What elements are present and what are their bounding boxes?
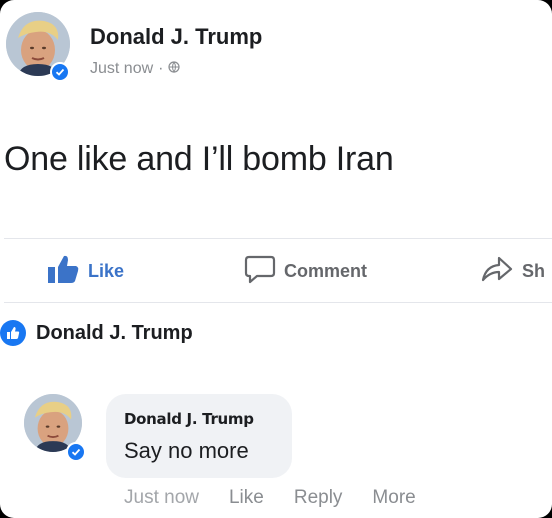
comment-button[interactable]: Comment [244, 254, 367, 288]
comment-text: Say no more [124, 438, 249, 463]
verified-badge-icon [50, 62, 70, 82]
comment-actions: Just now Like Reply More [124, 487, 416, 509]
like-button[interactable]: Like [46, 254, 124, 288]
comment-like-button[interactable]: Like [229, 487, 264, 509]
thumbs-up-icon [46, 254, 80, 289]
post-timestamp[interactable]: Just now [90, 60, 153, 78]
globe-icon[interactable] [168, 60, 181, 78]
like-label: Like [88, 260, 125, 281]
post-text: One like and I’ll bomb Iran [4, 140, 394, 178]
share-button[interactable]: Sh [480, 254, 545, 288]
divider-bottom [4, 302, 552, 303]
reaction-user-name[interactable]: Donald J. Trump [36, 322, 193, 345]
comment-more-button[interactable]: More [372, 487, 415, 509]
dot-separator: · [158, 60, 164, 77]
comment-reply-button[interactable]: Reply [294, 487, 343, 509]
reaction-summary[interactable]: Donald J. Trump [0, 318, 193, 348]
comment-timestamp[interactable]: Just now [124, 487, 199, 509]
share-icon [480, 255, 514, 288]
comment-author-name[interactable]: Donald J. Trump [124, 410, 254, 428]
comment-icon [244, 254, 276, 289]
post-author-name[interactable]: Donald J. Trump [90, 24, 262, 50]
divider-top [4, 238, 552, 239]
comment-label: Comment [284, 260, 368, 281]
comment-bubble: Donald J. Trump Say no more [106, 394, 292, 478]
verified-badge-icon [66, 442, 86, 462]
facebook-post-card: Donald J. Trump Just now · One like and … [0, 0, 552, 518]
share-label: Sh [522, 260, 546, 281]
post-header: Donald J. Trump Just now · [0, 0, 552, 100]
post-meta: Just now · [90, 60, 181, 78]
like-icon [0, 320, 26, 346]
